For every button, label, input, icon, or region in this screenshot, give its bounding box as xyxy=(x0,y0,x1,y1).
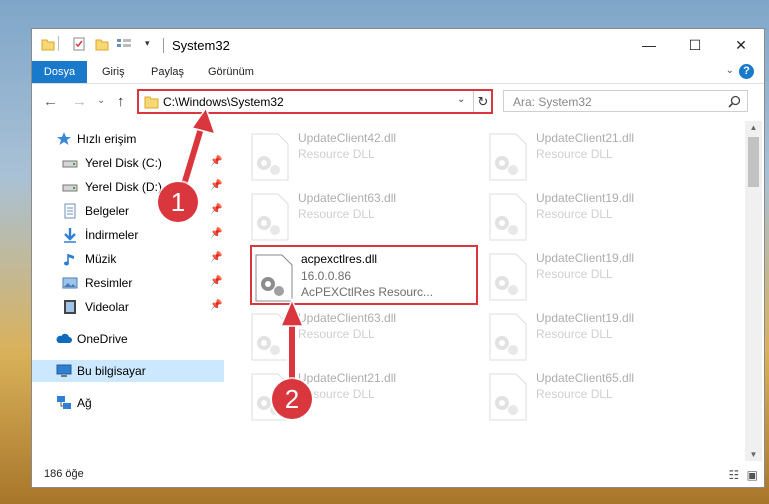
step-1-badge: 1 xyxy=(158,182,198,222)
step-2-badge: 2 xyxy=(272,379,312,419)
arrow-to-file xyxy=(279,298,305,385)
annotation-arrows xyxy=(178,106,305,385)
arrow-to-address-bar xyxy=(178,106,217,193)
